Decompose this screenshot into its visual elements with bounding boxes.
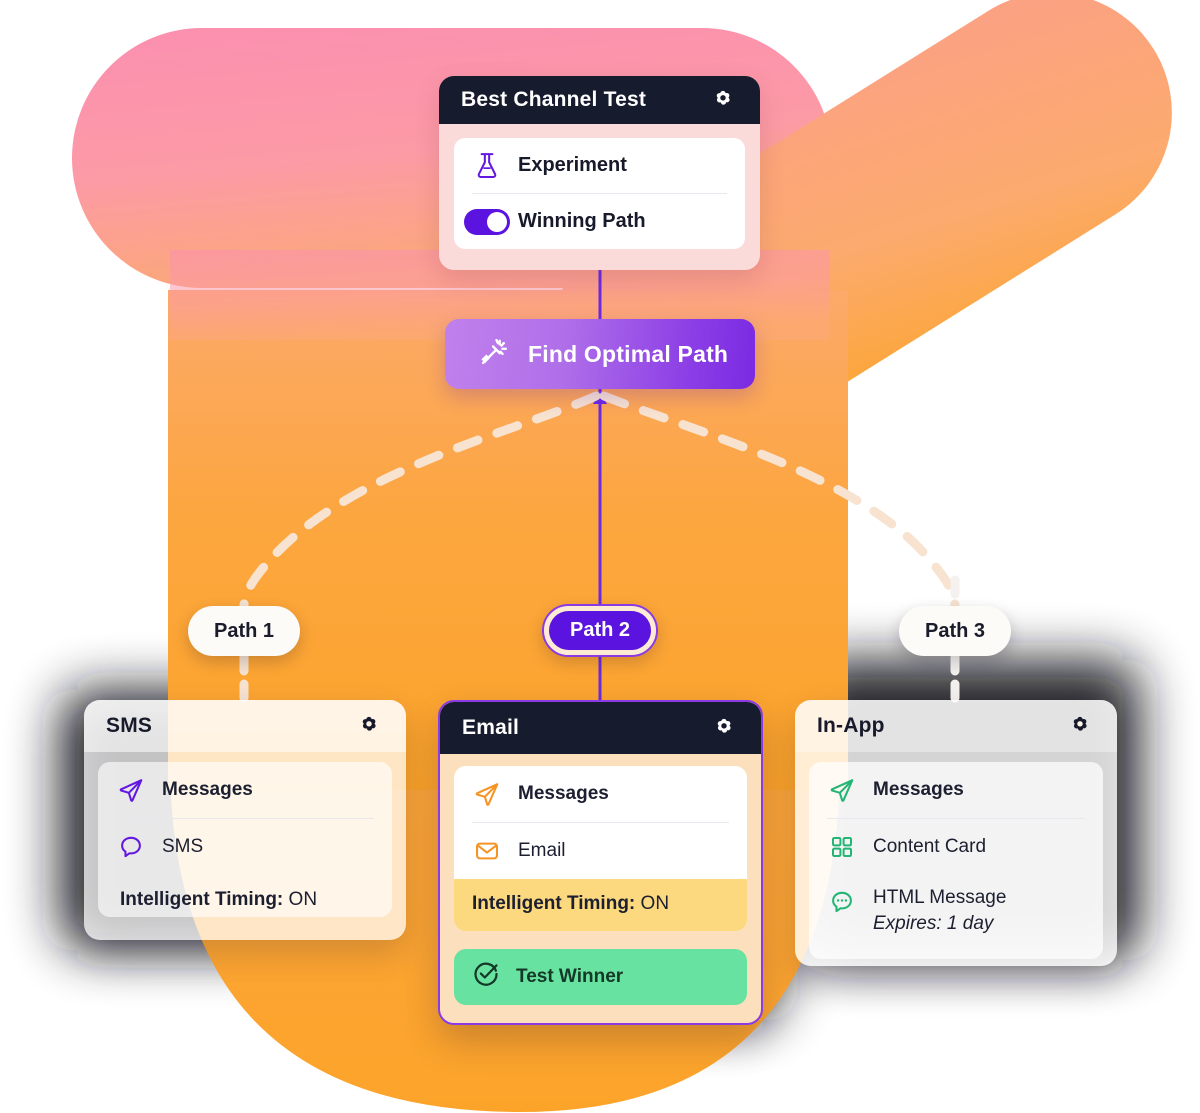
email-messages-row[interactable]: Messages: [472, 766, 729, 822]
gear-icon[interactable]: [1065, 711, 1095, 741]
gear-icon[interactable]: [708, 85, 738, 115]
sms-card: SMS Messages SMS Intelligent Timing: ON: [84, 700, 406, 940]
email-intelligent-timing: Intelligent Timing: ON: [454, 879, 747, 931]
send-icon: [827, 775, 857, 805]
email-messages-label: Messages: [518, 783, 609, 804]
sms-channel-row[interactable]: SMS: [116, 819, 374, 875]
inapp-messages-row[interactable]: Messages: [827, 762, 1085, 818]
chat-bubble-icon: [116, 832, 146, 862]
experiment-card-body: Experiment Winning Path: [454, 138, 745, 249]
inapp-card-header: In-App: [795, 700, 1117, 752]
send-icon: [472, 779, 502, 809]
path-badge-1-label: Path 1: [213, 619, 275, 642]
experiment-card-title: Best Channel Test: [461, 88, 647, 111]
winning-path-label: Winning Path: [518, 210, 646, 232]
experiment-card-header: Best Channel Test: [439, 76, 760, 124]
email-card-header: Email: [440, 702, 761, 754]
sms-card-header: SMS: [84, 700, 406, 752]
gear-icon[interactable]: [354, 711, 384, 741]
check-circle-icon: [472, 960, 500, 994]
path-badge-2-label: Path 2: [549, 611, 651, 650]
sms-card-title: SMS: [106, 714, 153, 737]
winning-path-row[interactable]: Winning Path: [464, 194, 727, 249]
magic-wand-icon: [478, 336, 510, 373]
inapp-card-title: In-App: [817, 714, 885, 737]
gear-icon[interactable]: [709, 713, 739, 743]
experiment-card: Best Channel Test Experiment Winning Pat…: [439, 76, 760, 270]
connector-arrowhead: [593, 392, 607, 404]
flow-canvas: Best Channel Test Experiment Winning Pat…: [0, 0, 1200, 1113]
sms-intelligent-timing: Intelligent Timing: ON: [116, 875, 374, 917]
toggle-on-icon[interactable]: [464, 207, 510, 237]
path-badge-2-selected[interactable]: Path 2: [542, 604, 658, 657]
find-optimal-path-button[interactable]: Find Optimal Path: [445, 319, 755, 389]
find-optimal-path-label: Find Optimal Path: [528, 340, 729, 367]
connector-button-to-path1: [239, 391, 601, 611]
envelope-icon: [472, 836, 502, 866]
inapp-card-body: Messages Content Card HTML Message Expir…: [809, 762, 1103, 959]
inapp-card: In-App Messages Content Card HTML Messag…: [795, 700, 1117, 966]
test-winner-label: Test Winner: [516, 966, 624, 987]
inapp-content-card-label: Content Card: [873, 836, 987, 857]
sms-messages-label: Messages: [162, 779, 253, 800]
grid-icon: [827, 832, 857, 862]
connector-button-to-path3: [599, 391, 960, 611]
sms-channel-label: SMS: [162, 836, 204, 857]
sms-timing-label: Intelligent Timing:: [120, 889, 284, 910]
email-channel-row[interactable]: Email: [472, 823, 729, 879]
sms-card-body: Messages SMS Intelligent Timing: ON: [98, 762, 392, 917]
inapp-html-message-label: HTML Message: [873, 887, 1007, 908]
email-card-title: Email: [462, 716, 520, 739]
experiment-row-label: Experiment: [518, 154, 627, 176]
experiment-row[interactable]: Experiment: [472, 138, 727, 193]
email-timing-label: Intelligent Timing:: [472, 893, 636, 914]
send-icon: [116, 775, 146, 805]
inapp-content-card-row[interactable]: Content Card: [827, 819, 1085, 875]
email-timing-value: ON: [640, 893, 670, 914]
inapp-expires-label: Expires: 1 day: [873, 913, 994, 934]
email-channel-label: Email: [518, 840, 566, 861]
path-badge-3-label: Path 3: [924, 619, 986, 642]
path-badge-3[interactable]: Path 3: [899, 606, 1011, 656]
flask-icon: [472, 151, 502, 181]
email-card-panel: Messages Email: [454, 766, 747, 879]
sms-messages-row[interactable]: Messages: [116, 762, 374, 818]
email-card: Email Messages Email Intelligent Timing:…: [438, 700, 763, 1025]
inapp-messages-label: Messages: [873, 779, 964, 800]
inapp-html-message-row[interactable]: HTML Message Expires: 1 day: [827, 875, 1085, 959]
sms-timing-value: ON: [288, 889, 318, 910]
chat-dots-icon: [827, 887, 857, 917]
path-badge-1[interactable]: Path 1: [188, 606, 300, 656]
test-winner-badge[interactable]: Test Winner: [454, 949, 747, 1005]
